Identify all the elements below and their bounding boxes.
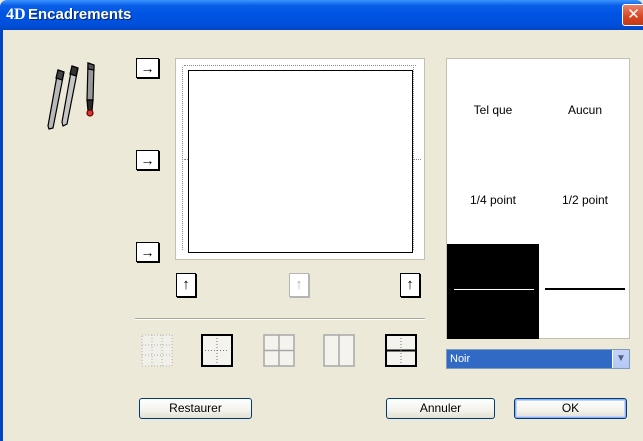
close-icon: ✕ <box>627 6 640 23</box>
chevron-down-icon[interactable]: ▼ <box>612 350 629 368</box>
grid-all-icon <box>263 334 295 367</box>
cancel-button[interactable]: Annuler <box>386 398 495 419</box>
separator <box>135 318 425 320</box>
arrow-right-icon: → <box>140 60 155 76</box>
preset-vertical-split-button[interactable] <box>322 333 356 368</box>
window-frame <box>0 30 3 441</box>
window-title: Encadrements <box>28 6 132 23</box>
guide-line <box>182 67 183 250</box>
left-border-top-button[interactable]: → <box>136 58 159 78</box>
preset-dotted-grid-button[interactable] <box>140 333 174 368</box>
medium-line-sample[interactable] <box>545 288 625 290</box>
title-bar: 4D Encadrements ✕ <box>0 0 643 30</box>
color-select[interactable]: Noir ▼ <box>446 349 630 369</box>
ok-button[interactable]: OK <box>514 398 627 419</box>
arrow-up-icon: ↑ <box>406 276 414 293</box>
grid-horizontal-icon <box>385 334 417 367</box>
guide-line <box>413 159 421 160</box>
thin-line-sample <box>454 289 534 290</box>
line-style-thin-selected[interactable] <box>447 244 539 339</box>
arrow-up-icon: ↑ <box>295 276 303 293</box>
restore-button[interactable]: Restaurer <box>139 398 252 419</box>
guide-line <box>184 65 416 66</box>
line-style-quarter-point[interactable]: 1/4 point <box>447 193 539 207</box>
grid-vertical-icon <box>323 334 355 367</box>
preset-outer-frame-button[interactable] <box>200 333 234 368</box>
line-style-half-point[interactable]: 1/2 point <box>539 193 631 207</box>
grid-dotted-all-icon <box>141 334 173 367</box>
left-border-middle-button[interactable]: → <box>136 150 159 170</box>
preview-frame <box>188 70 413 253</box>
bottom-border-middle-button[interactable]: ↑ <box>289 273 309 297</box>
line-style-none[interactable]: Aucun <box>539 103 631 117</box>
line-style-panel: Tel que Aucun 1/4 point 1/2 point <box>446 58 630 339</box>
pens-icon <box>47 62 95 130</box>
border-preview[interactable] <box>175 58 425 260</box>
frame-outer-icon <box>201 334 233 367</box>
preset-horizontal-split-button[interactable] <box>384 333 418 368</box>
arrow-up-icon: ↑ <box>182 276 190 293</box>
preset-full-grid-button[interactable] <box>262 333 296 368</box>
arrow-right-icon: → <box>140 244 155 260</box>
close-button[interactable]: ✕ <box>622 4 643 26</box>
bottom-border-right-button[interactable]: ↑ <box>400 273 420 297</box>
arrow-right-icon: → <box>140 152 155 168</box>
bottom-border-left-button[interactable]: ↑ <box>176 273 196 297</box>
line-style-as-is[interactable]: Tel que <box>447 103 539 117</box>
color-select-value: Noir <box>450 353 471 365</box>
app-logo-icon: 4D <box>6 6 26 23</box>
left-border-bottom-button[interactable]: → <box>136 242 159 262</box>
